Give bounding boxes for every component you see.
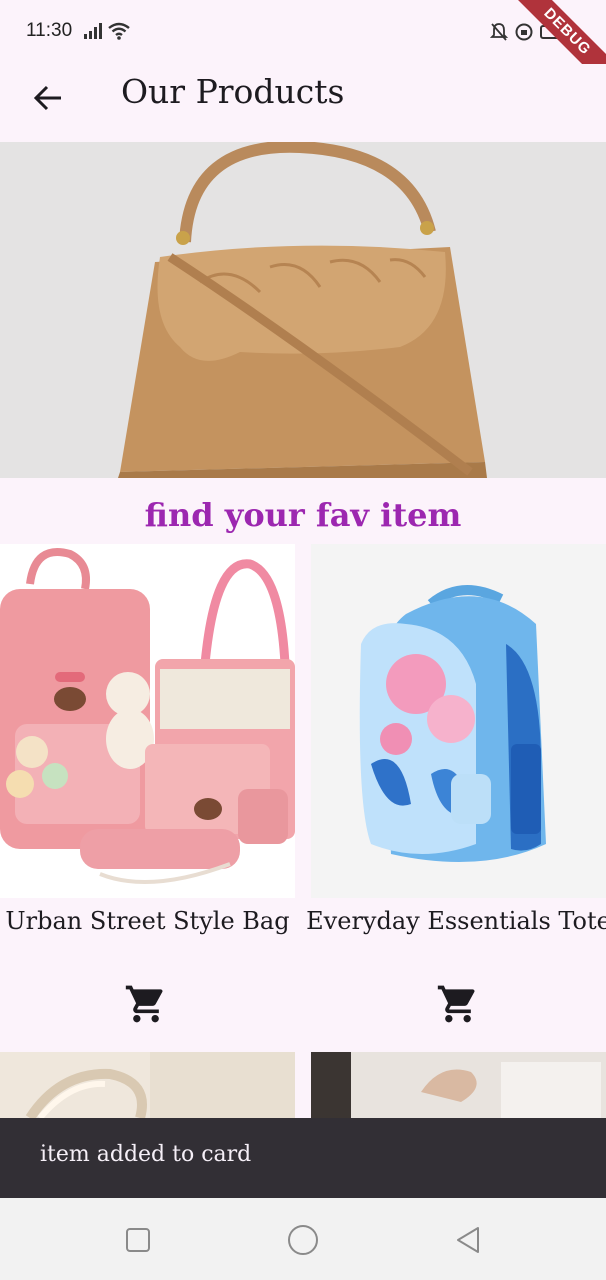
product-image — [311, 544, 606, 898]
add-to-cart-button[interactable] — [122, 980, 170, 1028]
blue-floral-backpack-image — [311, 544, 606, 898]
back-button[interactable] — [28, 78, 68, 118]
home-button[interactable] — [283, 1220, 323, 1260]
page-title: Our Products — [121, 72, 345, 111]
product-name: Urban Street Style Bag — [5, 907, 290, 935]
pink-backpack-set-image — [0, 544, 295, 898]
section-title: find your fav item — [144, 496, 462, 534]
circle-icon — [288, 1225, 318, 1255]
signal-icon — [84, 23, 102, 39]
square-icon — [126, 1228, 150, 1252]
status-bar: 11:30 DEBUG — [0, 0, 606, 94]
sync-icon — [515, 23, 533, 41]
tan-leather-handbag-image — [0, 142, 606, 478]
product-card-partial[interactable] — [0, 1052, 295, 1118]
triangle-back-icon — [457, 1227, 479, 1253]
app-bar: Our Products — [0, 64, 606, 142]
shopping-cart-icon — [125, 985, 163, 1023]
hero-banner-image — [0, 142, 606, 478]
notifications-off-icon — [490, 23, 508, 41]
arrow-back-icon — [33, 85, 61, 111]
back-nav-button[interactable] — [448, 1220, 488, 1260]
white-bag-photo-image — [311, 1052, 606, 1118]
canvas-tote-image — [0, 1052, 295, 1118]
system-navigation-bar — [0, 1198, 606, 1280]
product-card-partial[interactable] — [311, 1052, 606, 1118]
recent-apps-button[interactable] — [118, 1220, 158, 1260]
product-name: Everyday Essentials Tote — [306, 907, 606, 935]
product-image — [0, 544, 295, 898]
snackbar: item added to card — [0, 1118, 606, 1198]
status-time: 11:30 — [26, 20, 73, 41]
add-to-cart-button[interactable] — [434, 980, 482, 1028]
snackbar-message: item added to card — [40, 1142, 252, 1167]
shopping-cart-icon — [437, 985, 475, 1023]
wifi-icon — [108, 22, 130, 40]
